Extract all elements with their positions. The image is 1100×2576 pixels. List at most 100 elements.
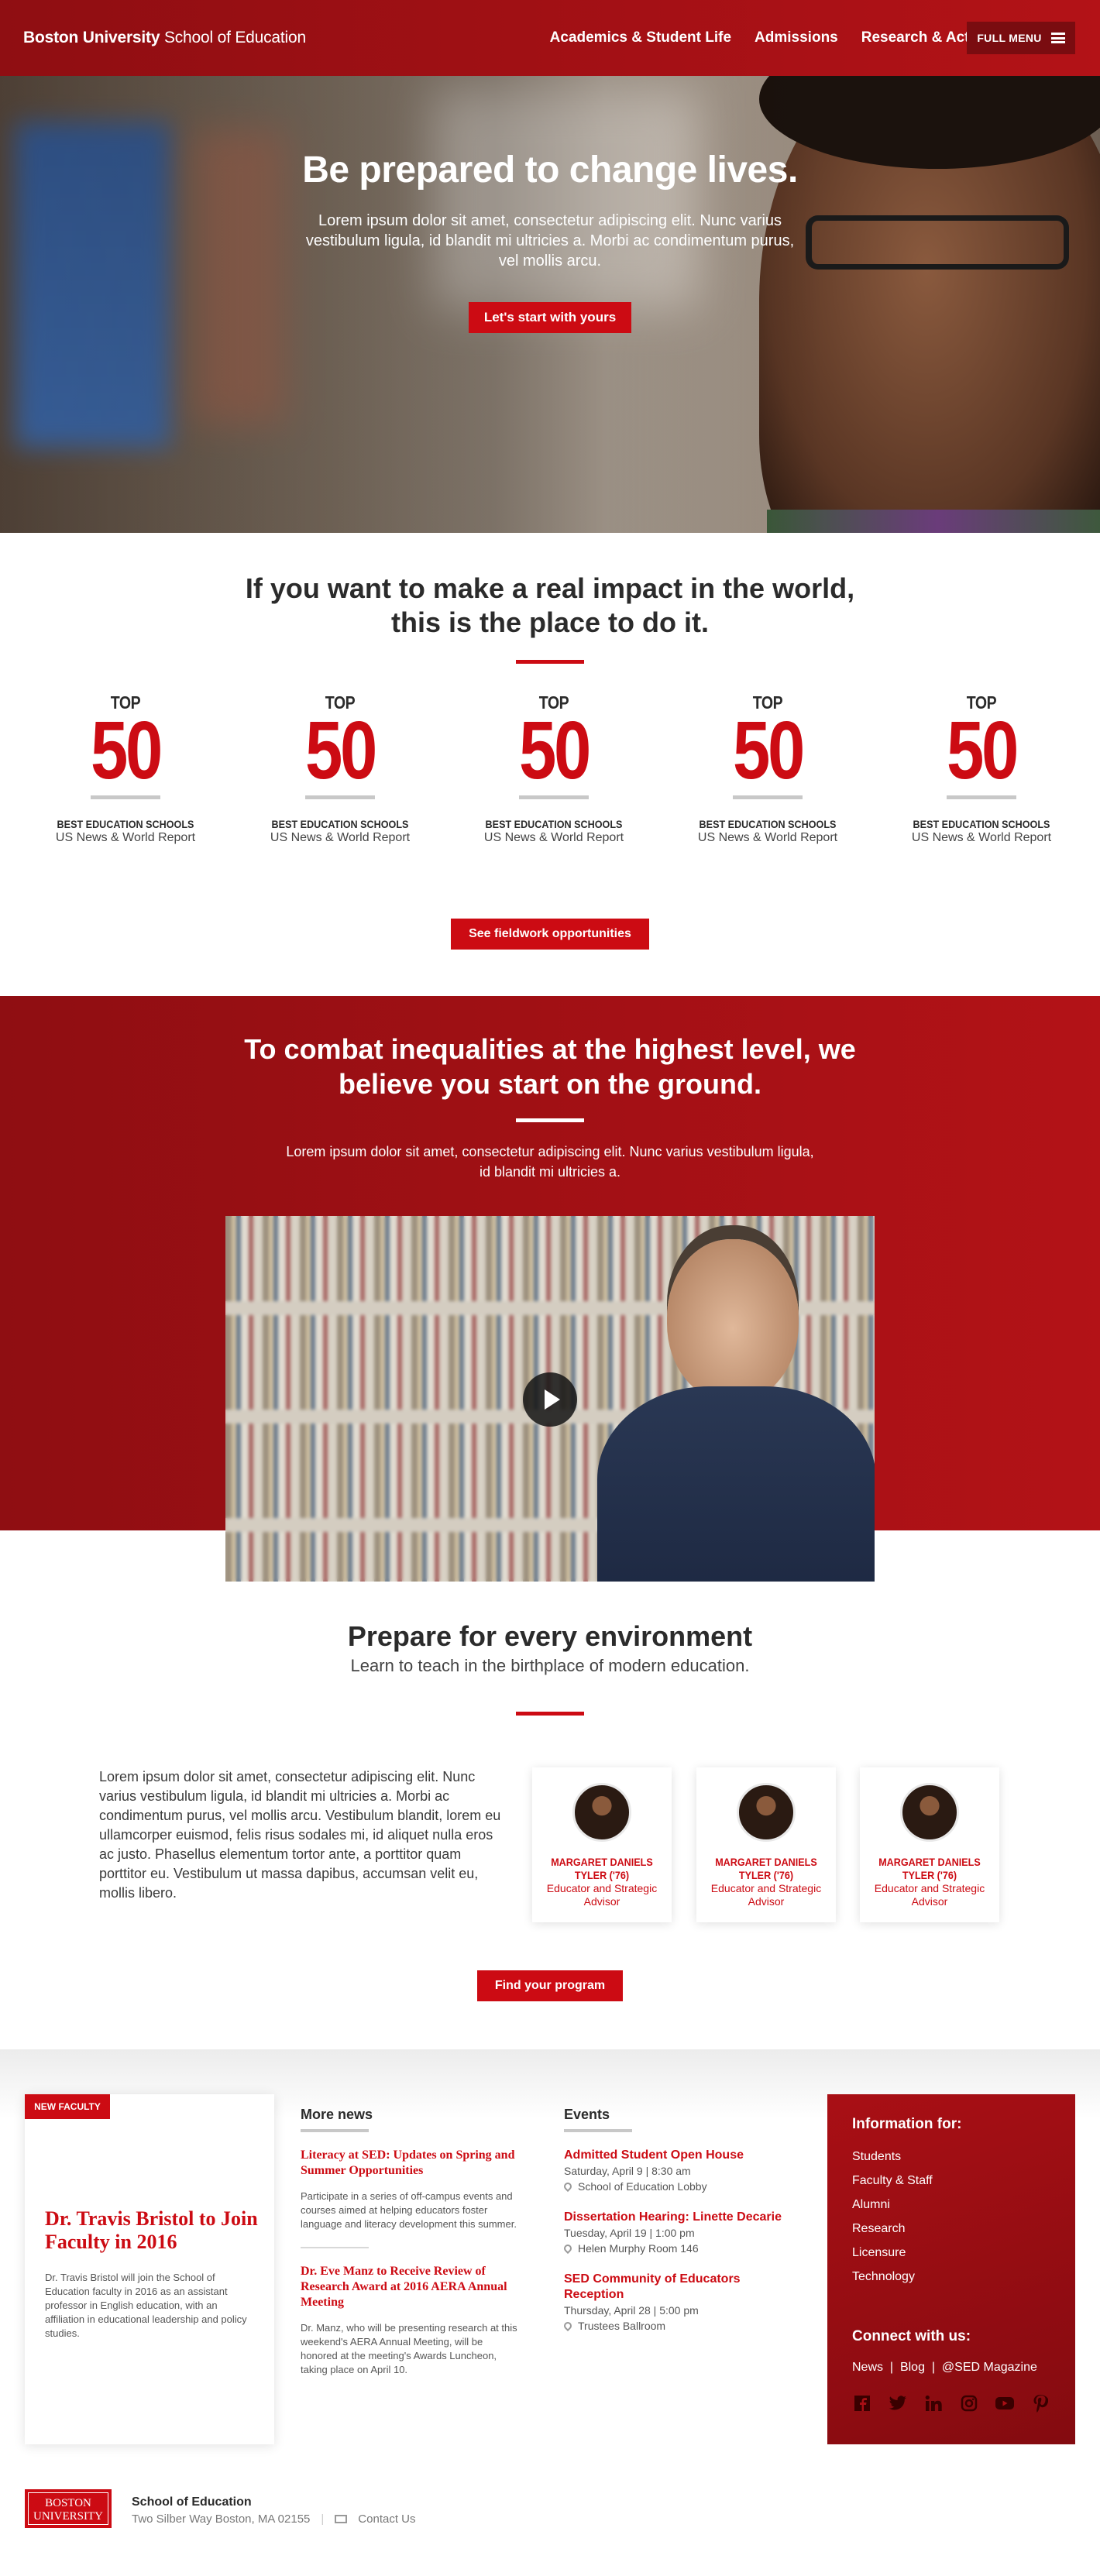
main-nav: Academics & Student Life Admissions Rese… xyxy=(550,0,992,76)
event-item: Dissertation Hearing: Linette Decarie Tu… xyxy=(562,2210,796,2256)
avatar xyxy=(900,1783,959,1842)
info-link-alumni[interactable]: Alumni xyxy=(852,2198,890,2212)
nav-admissions[interactable]: Admissions xyxy=(755,29,838,46)
connect-magazine-link[interactable]: @SED Magazine xyxy=(942,2361,1037,2374)
contact-us-link[interactable]: Contact Us xyxy=(358,2512,415,2526)
featured-news-card[interactable] xyxy=(25,2094,274,2444)
instagram-icon[interactable] xyxy=(959,2393,979,2413)
alumni-role: Educator and Strategic Advisor xyxy=(874,1882,985,1908)
band-divider xyxy=(516,1118,584,1122)
stat-label: BEST EDUCATION SCHOOLS xyxy=(699,818,837,830)
site-header: Boston University School of Education Ac… xyxy=(0,0,1100,76)
featured-text: Dr. Travis Bristol will join the School … xyxy=(45,2272,247,2339)
news-heading: More news xyxy=(301,2107,373,2122)
full-menu-button[interactable]: FULL MENU xyxy=(967,22,1075,54)
location-pin-icon xyxy=(562,2242,574,2255)
stat-source: US News & World Report xyxy=(483,831,624,844)
find-program-button[interactable]: Find your program xyxy=(477,1970,623,2001)
prepare-title: Prepare for every environment xyxy=(347,1620,753,1652)
alumni-name: MARGARET DANIELS TYLER ('76) xyxy=(878,1856,981,1881)
event-item: SED Community of Educators Reception Thu… xyxy=(562,2272,796,2334)
info-link-research[interactable]: Research xyxy=(852,2222,905,2236)
nav-academics[interactable]: Academics & Student Life xyxy=(550,29,731,46)
alumni-card[interactable]: MARGARET DANIELS TYLER ('76) Educator an… xyxy=(696,1767,836,1922)
stat-label: BEST EDUCATION SCHOOLS xyxy=(271,818,409,830)
footer-school-name: School of Education xyxy=(132,2495,252,2509)
band-title: To combat inequalities at the highest le… xyxy=(244,1033,856,1100)
mail-icon xyxy=(335,2515,348,2523)
more-news-column: More news Literacy at SED: Updates on Sp… xyxy=(301,2107,517,2377)
connect-blog-link[interactable]: Blog xyxy=(900,2361,925,2374)
impact-title: If you want to make a real impact in the… xyxy=(245,572,855,638)
location-pin-icon xyxy=(562,2180,574,2193)
pinterest-icon[interactable] xyxy=(1030,2393,1050,2413)
avatar xyxy=(737,1783,796,1842)
event-title[interactable]: Dissertation Hearing: Linette Decarie xyxy=(564,2210,796,2225)
event-location: Trustees Ballroom xyxy=(578,2320,666,2332)
linkedin-icon[interactable] xyxy=(923,2393,944,2413)
full-menu-label: FULL MENU xyxy=(977,32,1042,44)
video-player[interactable] xyxy=(225,1216,875,1582)
avatar xyxy=(572,1783,631,1842)
ranking-stat: TOP 50 BEST EDUCATION SCHOOLS US News & … xyxy=(469,692,639,845)
connect-links: News | Blog | @SED Magazine xyxy=(852,2361,1037,2374)
event-time: Thursday, April 28 | 5:00 pm xyxy=(564,2304,699,2317)
location-pin-icon xyxy=(562,2320,574,2332)
stat-source: US News & World Report xyxy=(697,831,838,844)
social-icons xyxy=(852,2393,1050,2413)
brand-university: Boston University xyxy=(23,29,160,46)
impact-divider xyxy=(516,660,584,664)
stat-label: BEST EDUCATION SCHOOLS xyxy=(485,818,623,830)
twitter-icon[interactable] xyxy=(888,2393,908,2413)
connect-news-link[interactable]: News xyxy=(852,2361,883,2374)
connect-heading: Connect with us: xyxy=(852,2328,971,2344)
alumni-name: MARGARET DANIELS TYLER ('76) xyxy=(551,1856,653,1881)
news-item-title[interactable]: Dr. Eve Manz to Receive Review of Resear… xyxy=(301,2264,517,2310)
youtube-icon[interactable] xyxy=(995,2393,1015,2413)
ranking-stat: TOP 50 BEST EDUCATION SCHOOLS US News & … xyxy=(682,692,853,845)
hero-text: Lorem ipsum dolor sit amet, consectetur … xyxy=(305,212,795,270)
brand-school: School of Education xyxy=(163,29,306,46)
featured-title[interactable]: Dr. Travis Bristol to Join Faculty in 20… xyxy=(45,2207,262,2254)
info-link-students[interactable]: Students xyxy=(852,2150,901,2164)
info-heading: Information for: xyxy=(852,2116,962,2132)
stat-source: US News & World Report xyxy=(55,831,196,844)
stat-number: 50 xyxy=(90,705,163,796)
event-time: Saturday, April 9 | 8:30 am xyxy=(564,2165,691,2177)
footer-divider: | xyxy=(321,2512,325,2526)
alumni-card[interactable]: MARGARET DANIELS TYLER ('76) Educator an… xyxy=(860,1767,999,1922)
news-item-text: Dr. Manz, who will be presenting researc… xyxy=(301,2322,517,2375)
prepare-subtitle: Learn to teach in the birthplace of mode… xyxy=(350,1656,750,1675)
event-title[interactable]: SED Community of Educators Reception xyxy=(564,2272,796,2303)
event-location: Helen Murphy Room 146 xyxy=(578,2242,699,2255)
info-link-licensure[interactable]: Licensure xyxy=(852,2246,906,2260)
stat-number: 50 xyxy=(304,705,377,796)
info-link-technology[interactable]: Technology xyxy=(852,2270,915,2284)
event-item: Admitted Student Open House Saturday, Ap… xyxy=(562,2148,796,2194)
alumni-card[interactable]: MARGARET DANIELS TYLER ('76) Educator an… xyxy=(532,1767,672,1922)
event-time: Tuesday, April 19 | 1:00 pm xyxy=(564,2227,695,2239)
footer-address: Two Silber Way Boston, MA 02155 xyxy=(132,2512,311,2526)
facebook-icon[interactable] xyxy=(852,2393,872,2413)
bu-logo[interactable]: BOSTON UNIVERSITY xyxy=(25,2489,112,2528)
event-location: School of Education Lobby xyxy=(578,2180,707,2193)
prepare-text: Lorem ipsum dolor sit amet, consectetur … xyxy=(99,1769,501,1901)
stat-number: 50 xyxy=(732,705,805,796)
new-faculty-badge: NEW FACULTY xyxy=(25,2094,110,2119)
stat-source: US News & World Report xyxy=(911,831,1052,844)
info-link-faculty[interactable]: Faculty & Staff xyxy=(852,2174,933,2188)
brand-logo[interactable]: Boston University School of Education xyxy=(23,29,306,47)
ranking-stat: TOP 50 BEST EDUCATION SCHOOLS US News & … xyxy=(896,692,1067,845)
news-item-text: Participate in a series of off-campus ev… xyxy=(301,2190,517,2230)
fieldwork-button[interactable]: See fieldwork opportunities xyxy=(451,919,649,950)
hero-cta-button[interactable]: Let's start with yours xyxy=(469,302,631,333)
play-icon[interactable] xyxy=(523,1372,577,1427)
ranking-stat: TOP 50 BEST EDUCATION SCHOOLS US News & … xyxy=(40,692,211,845)
event-title[interactable]: Admitted Student Open House xyxy=(564,2148,796,2163)
footer-address-row: Two Silber Way Boston, MA 02155 | Contac… xyxy=(132,2512,416,2526)
hamburger-icon xyxy=(1050,33,1065,43)
news-item-title[interactable]: Literacy at SED: Updates on Spring and S… xyxy=(301,2148,517,2179)
logo-line-2: UNIVERSITY xyxy=(33,2510,103,2523)
events-heading: Events xyxy=(564,2107,610,2122)
stat-number: 50 xyxy=(518,705,591,796)
